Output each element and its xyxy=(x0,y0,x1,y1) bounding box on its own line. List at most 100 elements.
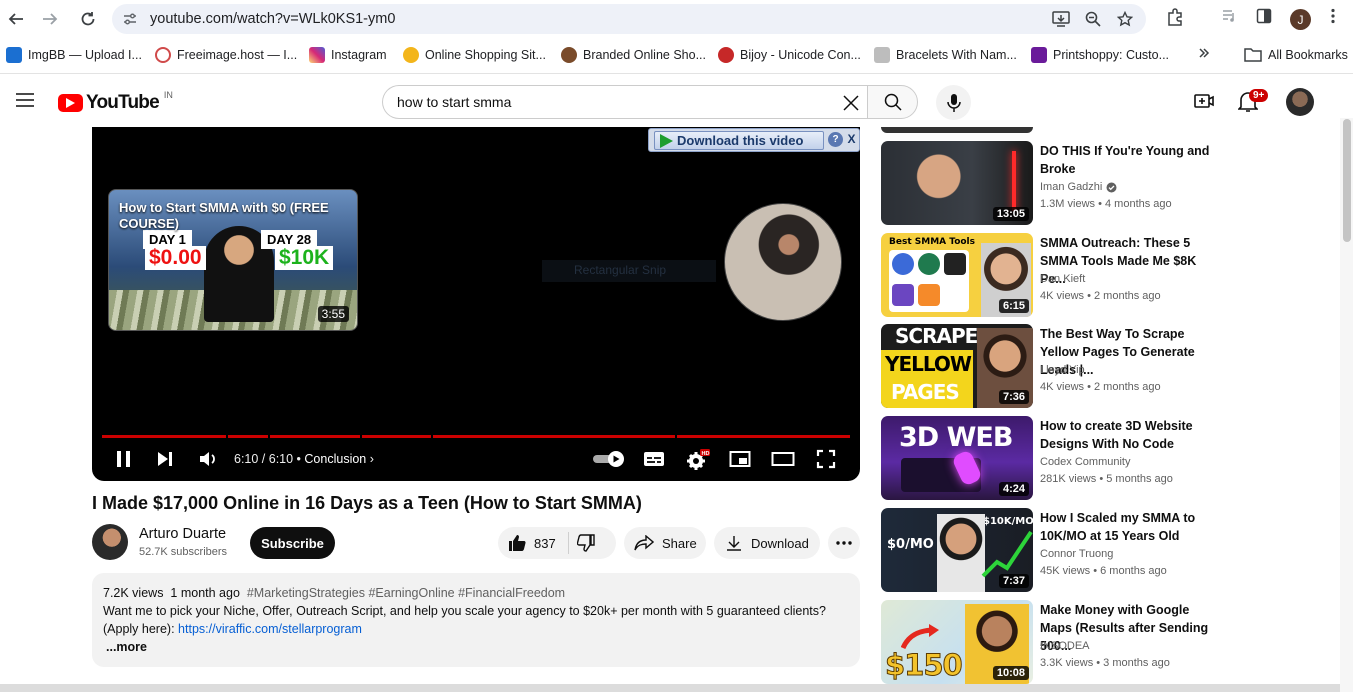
bookmarks-overflow-button[interactable] xyxy=(1198,47,1210,59)
recommended-video[interactable]: $0/MO $10K/MO 7:37 How I Scaled my SMMA … xyxy=(881,508,1226,593)
download-button[interactable]: Download xyxy=(714,527,820,559)
pause-icon[interactable] xyxy=(115,449,132,469)
video-thumbnail[interactable]: 3D WEB 4:24 xyxy=(881,416,1033,500)
download-close-button[interactable]: X xyxy=(845,132,858,147)
recommended-video[interactable]: 3D WEB 4:24 How to create 3D Website Des… xyxy=(881,416,1226,501)
back-button[interactable] xyxy=(4,8,28,30)
end-screen-video-card[interactable]: DAY 1 DAY 28 $0.00 $10K How to Start SMM… xyxy=(108,189,358,331)
description-box[interactable]: 7.2K views 1 month ago #MarketingStrateg… xyxy=(92,573,860,667)
video-player[interactable]: Download this video ? X DAY 1 DAY 28 $0.… xyxy=(92,127,860,481)
download-help-button[interactable]: ? xyxy=(828,132,843,147)
thumbs-up-icon[interactable] xyxy=(508,534,526,552)
upload-age: 1 month ago xyxy=(170,586,240,600)
subtitles-icon[interactable] xyxy=(643,449,665,469)
video-meta: 1.3M views • 4 months ago xyxy=(1040,198,1172,210)
description-apply-line: (Apply here): https://viraffic.com/stell… xyxy=(103,622,362,636)
rectangular-snip-overlay: Rectangular Snip xyxy=(542,260,716,282)
search-query[interactable]: how to start smma xyxy=(397,94,511,110)
video-thumbnail[interactable]: 13:05 xyxy=(881,141,1033,225)
hashtags[interactable]: #MarketingStrategies #EarningOnline #Fin… xyxy=(247,586,565,600)
recommended-video[interactable]: $150 10:08 Make Money with Google Maps (… xyxy=(881,600,1226,685)
channel-avatar[interactable] xyxy=(92,524,128,560)
channel-name[interactable]: Lloyd Yip xyxy=(1040,364,1085,376)
video-thumbnail[interactable]: $150 10:08 xyxy=(881,600,1033,684)
url-text[interactable]: youtube.com/watch?v=WLk0KS1-ym0 xyxy=(150,11,395,27)
download-this-video-button[interactable]: Download this video xyxy=(654,131,824,150)
search-input[interactable]: how to start smma xyxy=(382,85,868,119)
youtube-logo[interactable]: YouTube IN xyxy=(58,90,173,114)
video-meta: 3.3K views • 3 months ago xyxy=(1040,657,1170,669)
bookmark-item[interactable]: Branded Online Sho... xyxy=(561,47,706,63)
share-arrow-icon xyxy=(634,535,654,551)
video-title[interactable]: DO THIS If You're Young and Broke xyxy=(1040,142,1224,178)
video-thumbnail[interactable]: $0/MO $10K/MO 7:37 xyxy=(881,508,1033,592)
video-title[interactable]: How to create 3D Website Designs With No… xyxy=(1040,417,1224,453)
search-button[interactable] xyxy=(867,85,918,119)
address-bar[interactable]: youtube.com/watch?v=WLk0KS1-ym0 xyxy=(112,4,1146,34)
recommended-video[interactable]: Best SMMA Tools 6:15 SMMA Outreach: Thes… xyxy=(881,233,1226,318)
channel-name[interactable]: Arturo Duarte xyxy=(139,526,226,542)
bookmark-item[interactable]: Printshoppy: Custo... xyxy=(1031,47,1169,63)
autoplay-toggle-icon[interactable] xyxy=(592,449,626,469)
channel-name[interactable]: Connor Truong xyxy=(1040,548,1113,560)
taskbar-edge xyxy=(0,684,1340,692)
bookmark-item[interactable]: Freeimage.host — I... xyxy=(155,47,297,63)
channel-name[interactable]: Iman Gadzhi xyxy=(1040,181,1102,193)
bookmark-item[interactable]: Bijoy - Unicode Con... xyxy=(718,47,861,63)
hamburger-menu-icon[interactable] xyxy=(16,93,34,107)
thumbs-down-icon[interactable] xyxy=(576,534,595,552)
site-settings-icon[interactable] xyxy=(122,11,138,27)
account-avatar[interactable] xyxy=(1286,88,1314,116)
voice-search-button[interactable] xyxy=(936,85,971,120)
person-graphic xyxy=(937,514,985,592)
subscribe-button[interactable]: Subscribe xyxy=(250,527,335,559)
all-bookmarks-button[interactable]: All Bookmarks xyxy=(1244,47,1348,62)
bookmark-item[interactable]: ImgBB — Upload I... xyxy=(6,47,142,63)
subscriber-count: 52.7K subscribers xyxy=(139,546,228,558)
scrollbar-thumb[interactable] xyxy=(1343,119,1351,242)
bookmark-item[interactable]: Bracelets With Nam... xyxy=(874,47,1017,63)
bookmark-star-icon[interactable] xyxy=(1117,11,1133,27)
chapter-title[interactable]: Conclusion xyxy=(304,452,366,466)
forward-button[interactable] xyxy=(38,8,62,30)
volume-icon[interactable] xyxy=(198,449,218,469)
bookmark-item[interactable]: Online Shopping Sit... xyxy=(403,47,546,63)
bookmark-item[interactable]: Instagram xyxy=(309,47,387,63)
chevron-right-icon: › xyxy=(369,452,374,466)
video-title[interactable]: How I Scaled my SMMA to 10K/MO at 15 Yea… xyxy=(1040,509,1224,545)
more-actions-button[interactable] xyxy=(828,527,860,559)
video-thumbnail[interactable]: SCRAPE YELLOW PAGES 7:36 xyxy=(881,324,1033,408)
notification-count-badge: 9+ xyxy=(1249,89,1269,102)
install-app-icon[interactable] xyxy=(1052,11,1070,27)
extensions-icon[interactable] xyxy=(1166,8,1184,26)
video-thumbnail[interactable]: Best SMMA Tools 6:15 xyxy=(881,233,1033,317)
recommended-video[interactable]: 13:05 DO THIS If You're Young and Broke … xyxy=(881,141,1226,226)
tools-grid-graphic xyxy=(889,250,969,312)
recommended-video[interactable]: SCRAPE YELLOW PAGES 7:36 The Best Way To… xyxy=(881,324,1226,409)
thumbnail-line-1: SCRAPE xyxy=(895,324,978,348)
profile-button[interactable]: J xyxy=(1290,9,1311,30)
next-video-icon[interactable] xyxy=(156,449,174,469)
fullscreen-icon[interactable] xyxy=(816,449,836,469)
miniplayer-icon[interactable] xyxy=(729,449,751,469)
channel-name[interactable]: INSODEA xyxy=(1040,640,1090,652)
reload-button[interactable] xyxy=(76,8,100,30)
video-duration: 7:37 xyxy=(998,574,1029,588)
end-screen-channel-avatar[interactable] xyxy=(724,203,842,321)
theater-mode-icon[interactable] xyxy=(771,449,795,469)
end-card-duration: 3:55 xyxy=(317,306,349,322)
share-button[interactable]: Share xyxy=(624,527,706,559)
clear-search-icon[interactable] xyxy=(842,94,860,112)
channel-name[interactable]: Dan Kieft xyxy=(1040,273,1085,285)
settings-gear-icon[interactable]: HD xyxy=(686,449,710,471)
description-link[interactable]: https://viraffic.com/stellarprogram xyxy=(178,622,362,636)
channel-name[interactable]: Codex Community xyxy=(1040,456,1130,468)
side-panel-icon[interactable] xyxy=(1256,8,1272,24)
media-control-icon[interactable] xyxy=(1221,8,1237,24)
chrome-menu-icon[interactable] xyxy=(1330,8,1336,24)
like-count[interactable]: 837 xyxy=(534,536,556,551)
progress-bar[interactable] xyxy=(102,435,850,438)
zoom-icon[interactable] xyxy=(1085,11,1101,27)
create-video-icon[interactable] xyxy=(1194,93,1214,109)
show-more-button[interactable]: ...more xyxy=(103,638,849,656)
